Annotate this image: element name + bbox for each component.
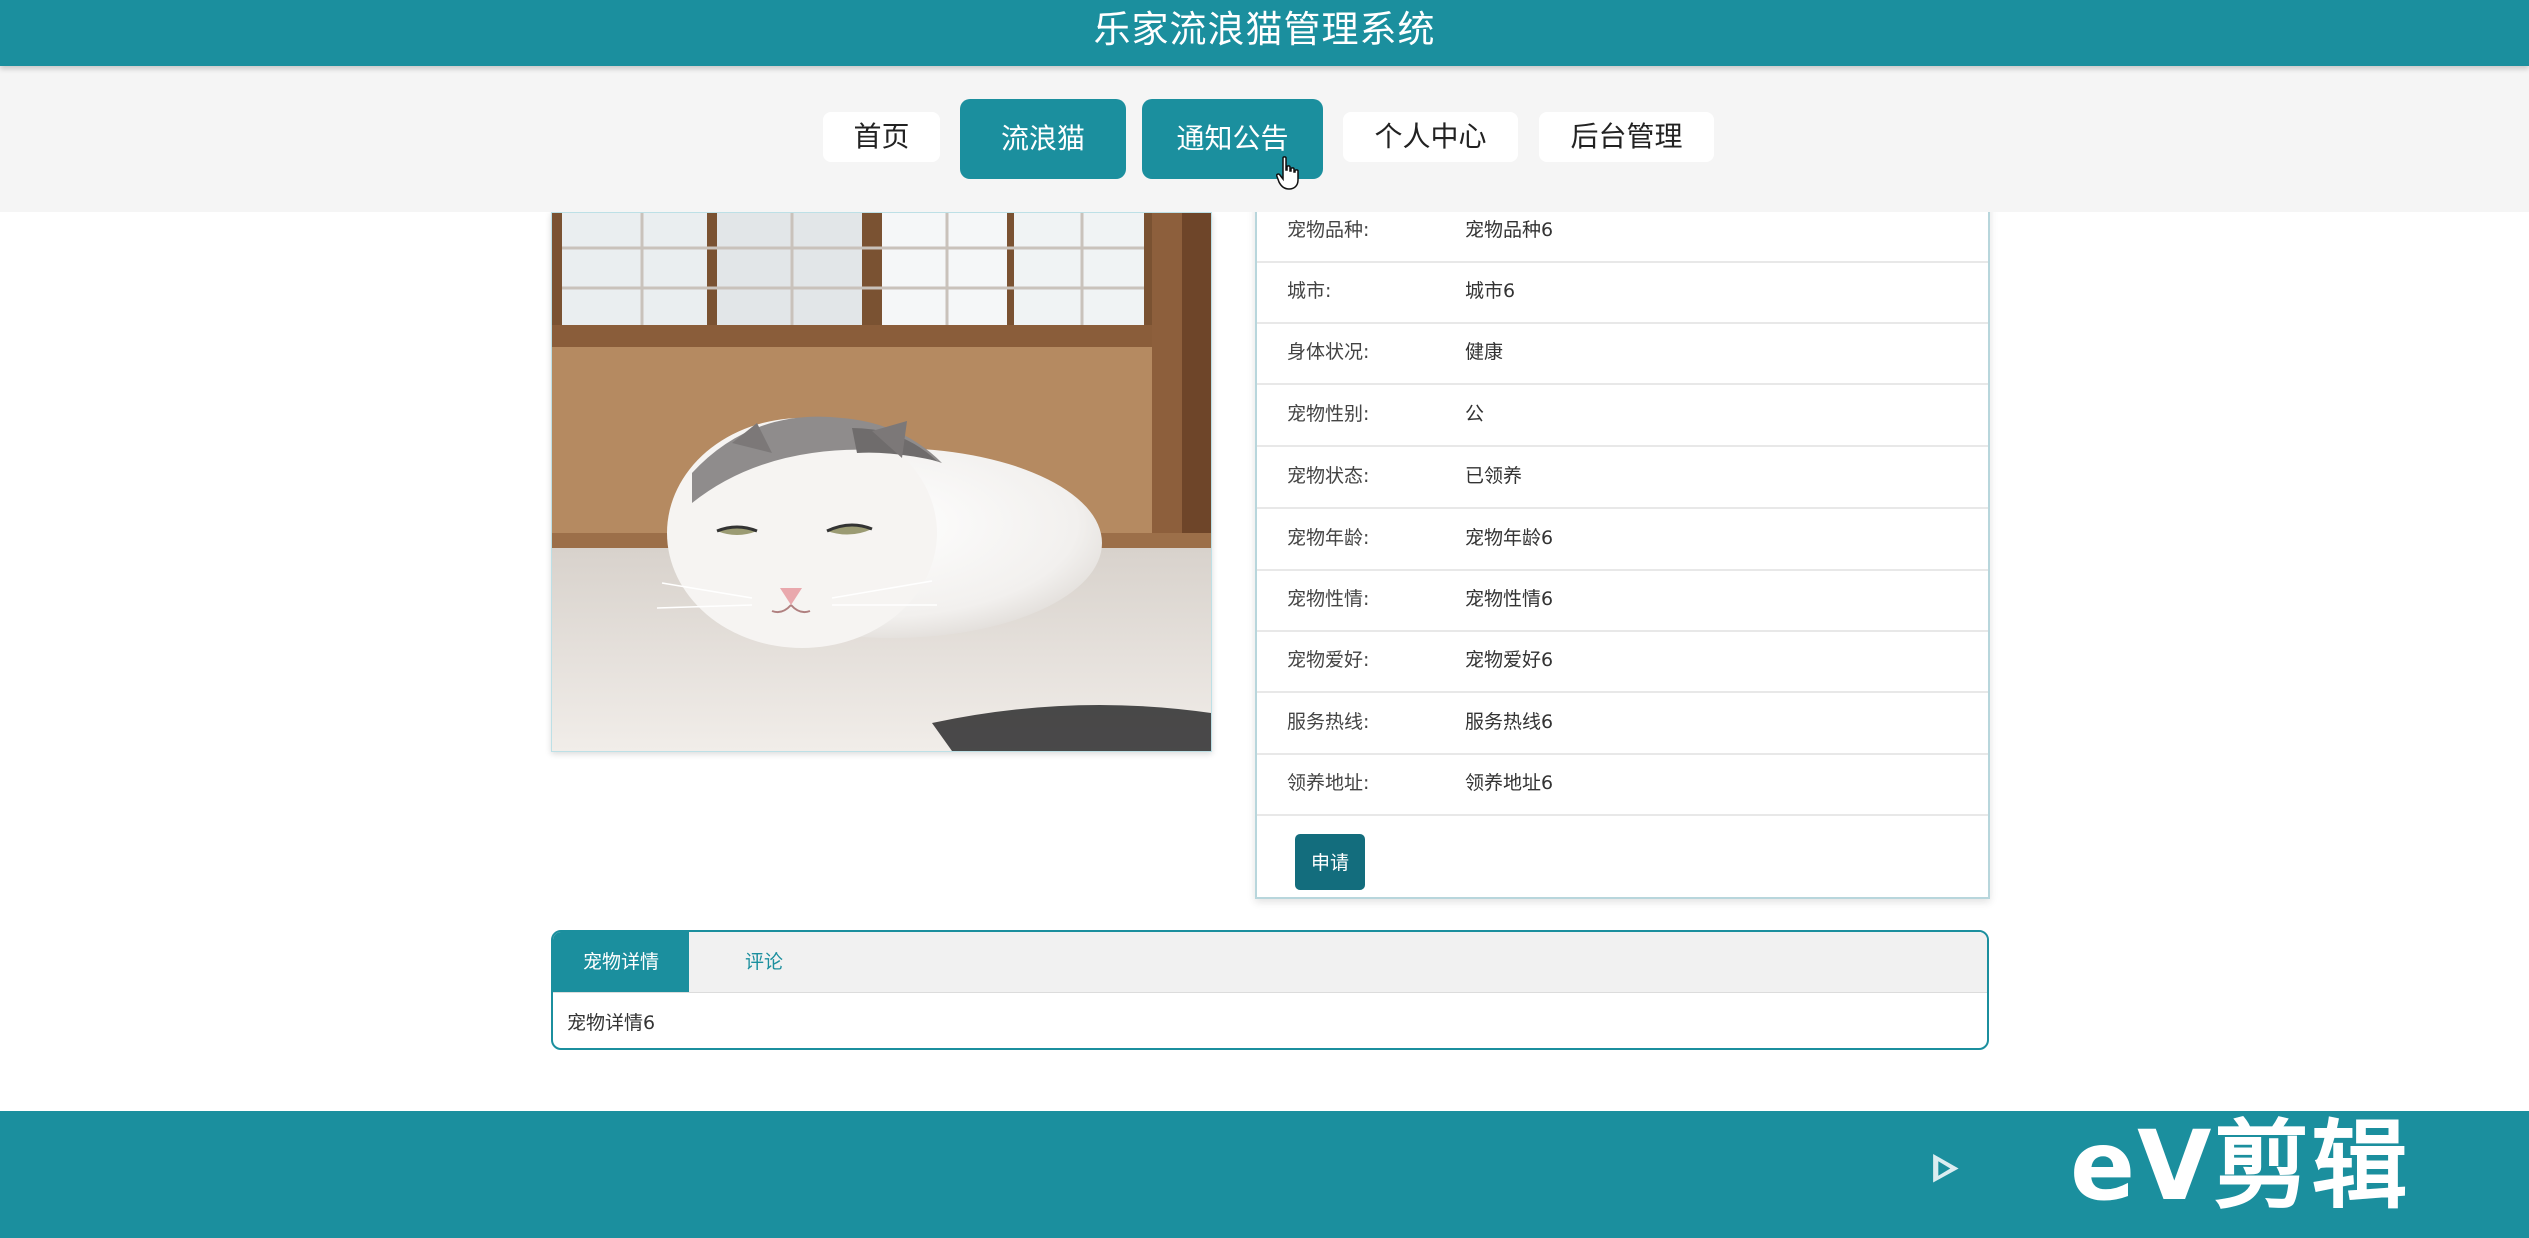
nav-admin[interactable]: 后台管理 xyxy=(1539,112,1714,162)
info-value: 已领养 xyxy=(1465,465,1523,487)
site-title: 乐家流浪猫管理系统 xyxy=(1093,8,1436,51)
pet-info-panel: 宠物品种: 宠物品种6 城市: 城市6 身体状况: 健康 宠物性别: 公 宠物状… xyxy=(1255,200,1990,899)
info-label: 宠物年龄: xyxy=(1287,527,1370,549)
detail-tabs: 宠物详情 评论 宠物详情6 xyxy=(551,930,1989,1050)
ev-watermark-text: eV剪辑 xyxy=(2070,1110,2410,1222)
info-label: 宠物状态: xyxy=(1287,465,1370,487)
info-label: 服务热线: xyxy=(1287,711,1370,733)
info-row-age: 宠物年龄: 宠物年龄6 xyxy=(1257,508,1988,571)
info-label: 宠物爱好: xyxy=(1287,649,1370,671)
info-value: 公 xyxy=(1465,403,1485,425)
info-row-address: 领养地址: 领养地址6 xyxy=(1257,753,1988,816)
info-row-status: 宠物状态: 已领养 xyxy=(1257,446,1988,509)
info-value: 城市6 xyxy=(1465,280,1516,302)
info-row-health: 身体状况: 健康 xyxy=(1257,322,1988,385)
info-label: 宠物性情: xyxy=(1287,588,1370,610)
site-header: 乐家流浪猫管理系统 xyxy=(0,0,2529,66)
info-row-hobby: 宠物爱好: 宠物爱好6 xyxy=(1257,630,1988,693)
tab-bar: 宠物详情 评论 xyxy=(553,932,1987,993)
info-label: 城市: xyxy=(1287,280,1332,302)
info-value: 健康 xyxy=(1465,341,1504,363)
info-label: 身体状况: xyxy=(1287,341,1370,363)
info-label: 领养地址: xyxy=(1287,772,1370,794)
tab-content: 宠物详情6 xyxy=(567,1012,656,1034)
info-value: 服务热线6 xyxy=(1465,711,1554,733)
info-value: 宠物爱好6 xyxy=(1465,649,1554,671)
cat-photo xyxy=(551,212,1212,752)
info-row-hotline: 服务热线: 服务热线6 xyxy=(1257,692,1988,755)
info-value: 领养地址6 xyxy=(1465,772,1554,794)
tab-comments[interactable]: 评论 xyxy=(689,932,839,992)
main-nav: 首页 流浪猫 通知公告 个人中心 后台管理 xyxy=(0,66,2529,212)
info-row-city: 城市: 城市6 xyxy=(1257,261,1988,324)
nav-personal-center[interactable]: 个人中心 xyxy=(1343,112,1518,162)
info-value: 宠物年龄6 xyxy=(1465,527,1554,549)
info-row-temperament: 宠物性情: 宠物性情6 xyxy=(1257,569,1988,632)
info-value: 宠物性情6 xyxy=(1465,588,1554,610)
page: 乐家流浪猫管理系统 首页 流浪猫 通知公告 个人中心 后台管理 宠物品种: 宠物… xyxy=(0,0,2529,1238)
ev-play-logo-icon xyxy=(1933,1153,1959,1183)
apply-button[interactable]: 申请 xyxy=(1295,834,1365,890)
info-label: 宠物性别: xyxy=(1287,403,1370,425)
nav-stray-cats[interactable]: 流浪猫 xyxy=(960,99,1126,179)
info-row-gender: 宠物性别: 公 xyxy=(1257,384,1988,447)
tab-pet-details[interactable]: 宠物详情 xyxy=(553,932,689,992)
hand-cursor-icon xyxy=(1276,156,1299,190)
nav-home[interactable]: 首页 xyxy=(823,112,940,162)
